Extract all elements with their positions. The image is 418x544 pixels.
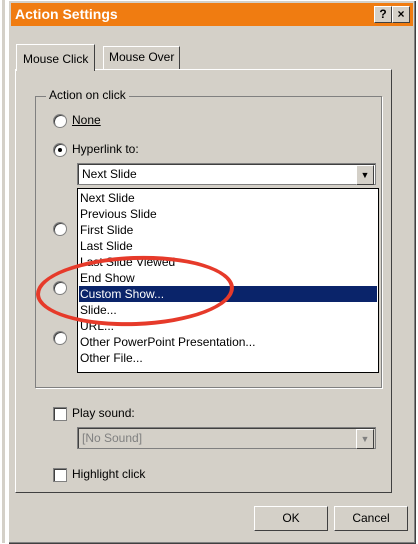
hyperlink-select-value: Next Slide xyxy=(82,167,137,181)
run-program-radio[interactable] xyxy=(53,222,67,236)
chevron-down-icon[interactable]: ▼ xyxy=(356,165,374,185)
hyperlink-select[interactable]: Next Slide ▼ xyxy=(77,163,376,185)
chevron-down-icon: ▼ xyxy=(356,429,374,449)
dropdown-item-other-presentation[interactable]: Other PowerPoint Presentation... xyxy=(80,334,255,350)
sound-select: [No Sound] ▼ xyxy=(77,427,376,449)
object-action-radio[interactable] xyxy=(53,331,67,345)
none-radio[interactable] xyxy=(53,114,67,128)
none-label: None xyxy=(72,113,101,127)
dropdown-item-first-slide[interactable]: First Slide xyxy=(80,222,133,238)
help-button[interactable]: ? xyxy=(374,6,392,23)
highlight-click-checkbox[interactable] xyxy=(53,468,67,482)
play-sound-label: Play sound: xyxy=(72,406,135,420)
hyperlink-label: Hyperlink to: xyxy=(72,142,139,156)
ok-button[interactable]: OK xyxy=(254,506,328,531)
highlight-click-label: Highlight click xyxy=(72,467,146,481)
play-sound-checkbox[interactable] xyxy=(53,407,67,421)
group-label: Action on click xyxy=(46,88,129,102)
close-button[interactable]: × xyxy=(392,6,410,23)
dropdown-item-other-file[interactable]: Other File... xyxy=(80,350,143,366)
cancel-button[interactable]: Cancel xyxy=(334,506,408,531)
tab-mouse-click[interactable]: Mouse Click xyxy=(16,44,96,71)
sound-select-value: [No Sound] xyxy=(82,431,143,445)
hyperlink-radio[interactable] xyxy=(53,143,67,157)
dropdown-item-next-slide[interactable]: Next Slide xyxy=(80,190,135,206)
tab-mouse-over[interactable]: Mouse Over xyxy=(103,46,181,69)
title-bar[interactable]: Action Settings ? × xyxy=(11,3,413,26)
dropdown-item-last-slide[interactable]: Last Slide xyxy=(80,238,133,254)
dropdown-item-previous-slide[interactable]: Previous Slide xyxy=(80,206,157,222)
dialog-title: Action Settings xyxy=(15,6,118,22)
